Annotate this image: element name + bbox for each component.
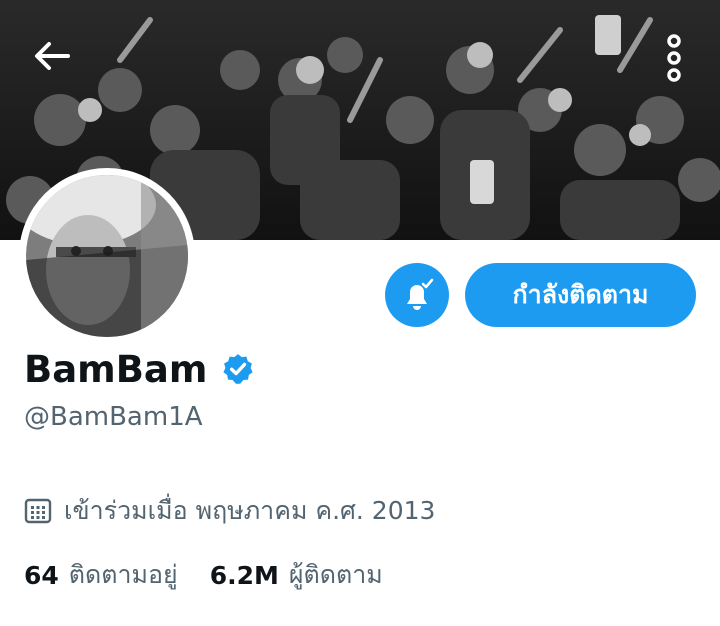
username-handle: @BamBam1A — [24, 402, 203, 432]
verified-badge-icon[interactable] — [221, 352, 255, 386]
more-options-button[interactable] — [642, 26, 706, 90]
profile-name-row: BamBam — [24, 343, 255, 395]
followers-label: ผู้ติดตาม — [288, 560, 383, 589]
following-button[interactable]: กำลังติดตาม — [465, 263, 696, 327]
bell-check-icon — [407, 278, 434, 310]
following-button-label: กำลังติดตาม — [512, 280, 649, 309]
follow-stats: 64 ติดตามอยู่ 6.2M ผู้ติดตาม — [24, 556, 415, 594]
vertical-dots-icon — [667, 34, 681, 82]
followers-stat-link[interactable]: 6.2M ผู้ติดตาม — [210, 555, 383, 595]
following-count: 64 — [24, 560, 59, 590]
join-date-text: เข้าร่วมเมื่อ พฤษภาคม ค.ศ. 2013 — [64, 496, 436, 525]
back-button[interactable] — [20, 24, 84, 88]
followers-count: 6.2M — [209, 560, 279, 590]
following-label: ติดตามอยู่ — [68, 560, 178, 589]
avatar-image — [26, 175, 188, 337]
join-date-row: เข้าร่วมเมื่อ พฤษภาคม ค.ศ. 2013 — [24, 492, 435, 530]
arrow-left-icon — [35, 42, 70, 70]
calendar-icon — [24, 498, 52, 524]
display-name: BamBam — [24, 347, 208, 391]
notifications-toggle-button[interactable] — [385, 263, 449, 327]
avatar[interactable] — [19, 168, 195, 344]
following-stat-link[interactable]: 64 ติดตามอยู่ — [24, 555, 178, 595]
avatar-photo — [26, 175, 188, 337]
